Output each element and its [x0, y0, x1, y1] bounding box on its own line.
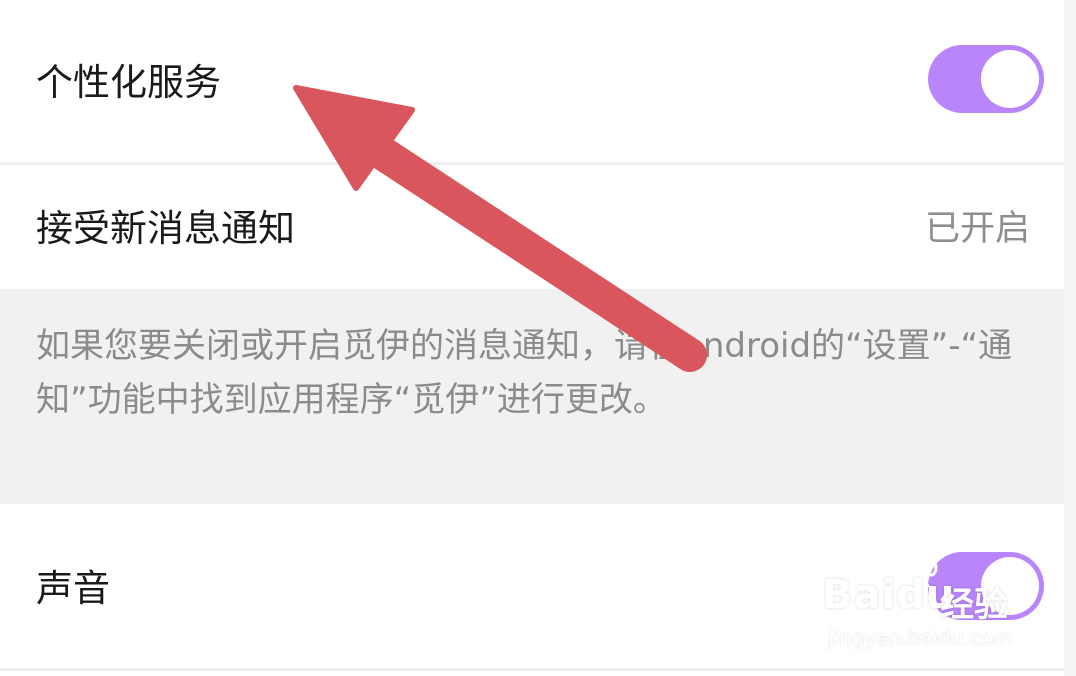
- watermark-suffix: 经验: [940, 585, 1008, 625]
- watermark-brand: Baidu: [822, 572, 956, 618]
- watermark-url: jingyan.baidu.com: [828, 626, 1013, 650]
- baidu-jingyan-watermark: Baidu 经验 jingyan.baidu.com: [822, 550, 1042, 660]
